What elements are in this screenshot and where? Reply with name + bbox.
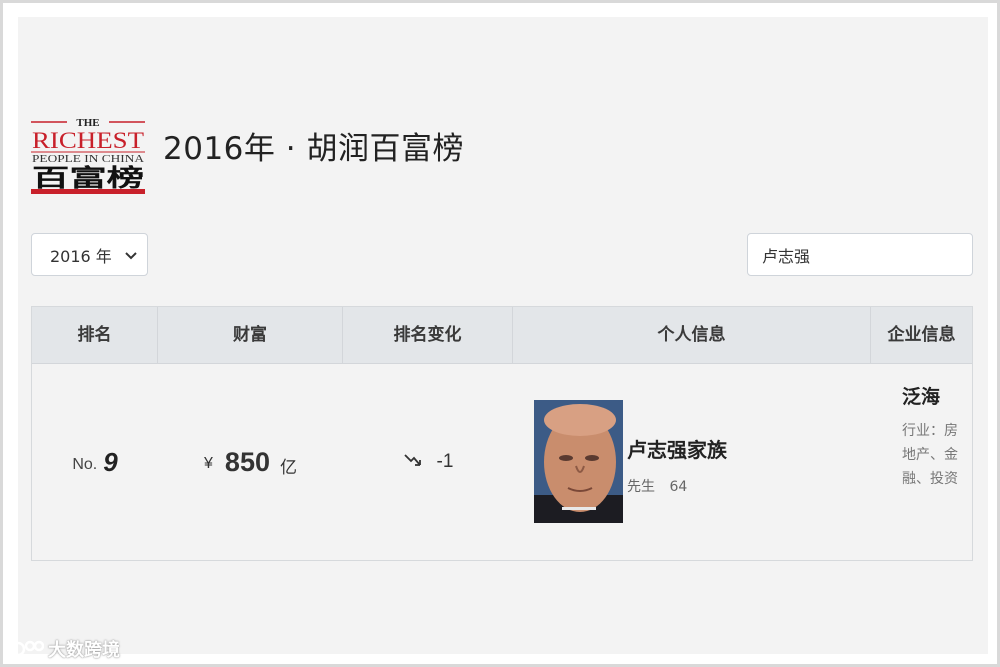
col-header-rank-change[interactable]: 排名变化 [343,307,513,363]
wealth-amount: 850 [224,446,270,477]
watermark: 大数跨境 [10,636,120,662]
search-input[interactable] [747,233,973,276]
year-select[interactable]: 2016 年 [31,233,148,276]
logo-baifubang: 百富榜 [32,164,144,192]
table-row[interactable]: No. 9 ¥ 850 亿 -1 卢志强家族 先生 64 泛海 行业：房地产、金… [32,364,972,560]
company-industry: 行业：房地产、金融、投资 [902,423,958,487]
year-select-value: 2016 年 [50,246,112,266]
rank-cell: No. 9 [32,364,158,560]
chevron-down-icon [125,245,137,264]
rank-prefix: No. [72,456,98,473]
col-header-rank[interactable]: 排名 [32,307,158,363]
col-header-wealth[interactable]: 财富 [158,307,343,363]
wealth-cell: ¥ 850 亿 [158,364,343,560]
rank-change-cell: -1 [343,364,513,560]
page-title: 2016年 · 胡润百富榜 [163,131,464,167]
person-title: 先生 [627,479,655,495]
content-panel: THE RICHEST PEOPLE IN CHINA 百富榜 2016年 · … [18,17,988,654]
trend-down-icon [403,452,423,473]
logo-richest: RICHEST [32,128,144,153]
person-age: 64 [669,479,688,495]
watermark-text: 大数跨境 [48,640,120,661]
richest-logo: THE RICHEST PEOPLE IN CHINA 百富榜 [31,116,145,194]
company-info-cell: 泛海 行业：房地产、金融、投资 [871,364,972,560]
rank-change-value: -1 [436,451,454,472]
ranking-table: 排名 财富 排名变化 个人信息 企业信息 No. 9 ¥ 850 亿 -1 卢志… [31,306,973,561]
person-meta: 先生 64 [627,476,697,496]
person-photo[interactable] [534,400,623,523]
personal-info-cell: 卢志强家族 先生 64 [513,364,871,560]
watermark-logo-icon [10,640,44,657]
table-header: 排名 财富 排名变化 个人信息 企业信息 [32,307,972,364]
col-header-company-info[interactable]: 企业信息 [871,307,972,363]
rank-number: 9 [103,446,118,477]
wealth-unit: 亿 [279,457,297,478]
col-header-personal-info[interactable]: 个人信息 [513,307,871,363]
page-frame: THE RICHEST PEOPLE IN CHINA 百富榜 2016年 · … [0,0,1000,667]
company-name[interactable]: 泛海 [902,382,940,409]
currency-symbol: ¥ [204,455,213,472]
person-name[interactable]: 卢志强家族 [627,434,727,463]
